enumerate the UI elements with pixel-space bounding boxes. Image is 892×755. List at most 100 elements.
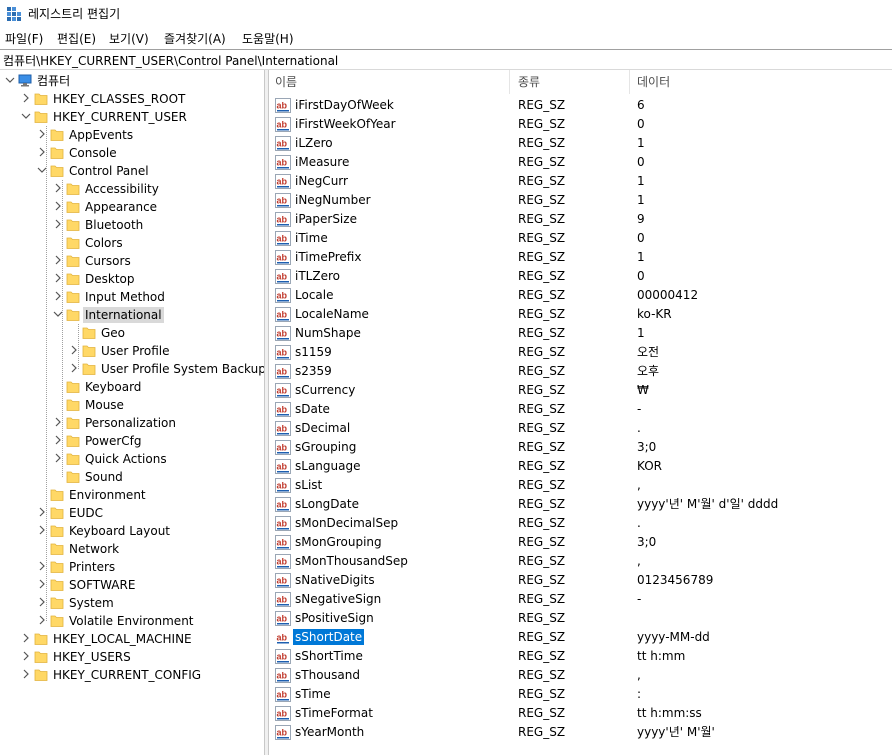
key-tree[interactable]: 컴퓨터 HKEY_CLASSES_ROOT HKEY_CURRENT_USER App… bbox=[0, 70, 264, 755]
value-row[interactable]: ab sMonThousandSep REG_SZ, bbox=[269, 552, 892, 571]
tree-node[interactable]: HKEY_USERS bbox=[0, 648, 264, 666]
value-name: sNativeDigits bbox=[295, 573, 375, 587]
menu-view[interactable]: 보기(V) bbox=[109, 30, 149, 47]
tree-node[interactable]: Environment bbox=[0, 486, 264, 504]
column-divider[interactable] bbox=[509, 70, 510, 94]
value-row[interactable]: ab sLanguage REG_SZ KOR bbox=[269, 457, 892, 476]
value-type: REG_SZ bbox=[518, 497, 566, 511]
tree-node[interactable]: AppEvents bbox=[0, 126, 264, 144]
tree-node[interactable]: Console bbox=[0, 144, 264, 162]
value-list[interactable]: 이름 종류 데이터 ab iFirstDayOfWeek REG_SZ 6 ab iFir… bbox=[269, 70, 892, 755]
value-row[interactable]: ab Locale REG_SZ 00000412 bbox=[269, 286, 892, 305]
value-row[interactable]: ab sGrouping REG_SZ 3;0 bbox=[269, 438, 892, 457]
svg-text:ab: ab bbox=[277, 652, 288, 662]
address-path[interactable]: 컴퓨터\HKEY_CURRENT_USER\Control Panel\Inte… bbox=[3, 52, 338, 69]
chevron-right-icon[interactable] bbox=[20, 667, 32, 681]
value-row[interactable]: ab sNegativeSign REG_SZ - bbox=[269, 590, 892, 609]
value-type: REG_SZ bbox=[518, 98, 566, 112]
tree-node[interactable]: Quick Actions bbox=[0, 450, 264, 468]
tree-node[interactable]: Network bbox=[0, 540, 264, 558]
value-row[interactable]: ab iNegCurr REG_SZ 1 bbox=[269, 172, 892, 191]
chevron-down-icon[interactable] bbox=[4, 73, 16, 87]
menu-file[interactable]: 파일(F) bbox=[5, 30, 43, 47]
value-row[interactable]: ab iTimePrefix REG_SZ 1 bbox=[269, 248, 892, 267]
value-row[interactable]: ab sLongDate REG_SZ yyyy'년' M'월' d'일' dddd bbox=[269, 495, 892, 514]
tree-node[interactable]: HKEY_CLASSES_ROOT bbox=[0, 90, 264, 108]
chevron-right-icon[interactable] bbox=[20, 649, 32, 663]
value-row[interactable]: ab iLZero REG_SZ 1 bbox=[269, 134, 892, 153]
value-row[interactable]: ab iPaperSize REG_SZ 9 bbox=[269, 210, 892, 229]
tree-node[interactable]: Keyboard bbox=[0, 378, 264, 396]
value-row[interactable]: ab NumShape REG_SZ 1 bbox=[269, 324, 892, 343]
tree-node[interactable]: System bbox=[0, 594, 264, 612]
menu-favorites[interactable]: 즐겨찾기(A) bbox=[164, 30, 226, 47]
tree-node[interactable]: International bbox=[0, 306, 264, 324]
tree-node[interactable]: Input Method bbox=[0, 288, 264, 306]
value-row[interactable]: ab sShortDate REG_SZ yyyy-MM-dd bbox=[269, 628, 892, 647]
tree-node[interactable]: HKEY_CURRENT_CONFIG bbox=[0, 666, 264, 684]
column-header-name[interactable]: 이름 bbox=[269, 70, 509, 94]
value-row[interactable]: ab iTime REG_SZ 0 bbox=[269, 229, 892, 248]
tree-node[interactable]: Keyboard Layout bbox=[0, 522, 264, 540]
tree-node[interactable]: Volatile Environment bbox=[0, 612, 264, 630]
tree-node[interactable]: Cursors bbox=[0, 252, 264, 270]
value-row[interactable]: ab sMonGrouping REG_SZ 3;0 bbox=[269, 533, 892, 552]
tree-node-label: Accessibility bbox=[85, 182, 159, 196]
address-bar[interactable]: 컴퓨터\HKEY_CURRENT_USER\Control Panel\Inte… bbox=[0, 49, 892, 70]
value-row[interactable]: ab sShortTime REG_SZ tt h:mm bbox=[269, 647, 892, 666]
tree-node[interactable]: SOFTWARE bbox=[0, 576, 264, 594]
tree-node[interactable]: Personalization bbox=[0, 414, 264, 432]
value-row[interactable]: ab sDecimal REG_SZ. bbox=[269, 419, 892, 438]
value-row[interactable]: ab sCurrency REG_SZ ₩ bbox=[269, 381, 892, 400]
folder-icon bbox=[50, 489, 64, 501]
tree-node[interactable]: Printers bbox=[0, 558, 264, 576]
value-row[interactable]: ab sList REG_SZ, bbox=[269, 476, 892, 495]
value-row[interactable]: ab sNativeDigits REG_SZ 0123456789 bbox=[269, 571, 892, 590]
column-header-type[interactable]: 종류 bbox=[512, 70, 629, 94]
value-row[interactable]: ab iFirstWeekOfYear REG_SZ 0 bbox=[269, 115, 892, 134]
column-header-data[interactable]: 데이터 bbox=[631, 70, 892, 94]
value-row[interactable]: ab sYearMonth REG_SZ yyyy'년' M'월' bbox=[269, 723, 892, 742]
tree-node[interactable]: Geo bbox=[0, 324, 264, 342]
value-row[interactable]: ab iFirstDayOfWeek REG_SZ 6 bbox=[269, 96, 892, 115]
value-row[interactable]: ab sTime REG_SZ: bbox=[269, 685, 892, 704]
menu-help[interactable]: 도움말(H) bbox=[242, 30, 294, 47]
tree-node[interactable]: User Profile bbox=[0, 342, 264, 360]
value-data: 0 bbox=[637, 269, 645, 283]
tree-node[interactable]: HKEY_CURRENT_USER bbox=[0, 108, 264, 126]
tree-node-label: User Profile System Backup bbox=[101, 362, 264, 376]
tree-node[interactable]: Desktop bbox=[0, 270, 264, 288]
tree-node[interactable]: Bluetooth bbox=[0, 216, 264, 234]
tree-node[interactable]: Control Panel bbox=[0, 162, 264, 180]
tree-node[interactable]: HKEY_LOCAL_MACHINE bbox=[0, 630, 264, 648]
menu-edit[interactable]: 편집(E) bbox=[57, 30, 96, 47]
value-row[interactable]: ab iNegNumber REG_SZ 1 bbox=[269, 191, 892, 210]
tree-node-label: Network bbox=[69, 542, 120, 556]
value-row[interactable]: ab s2359 REG_SZ 오후 bbox=[269, 362, 892, 381]
tree-node[interactable]: Mouse bbox=[0, 396, 264, 414]
value-row[interactable]: ab sMonDecimalSep REG_SZ. bbox=[269, 514, 892, 533]
value-row[interactable]: ab sDate REG_SZ - bbox=[269, 400, 892, 419]
column-divider[interactable] bbox=[629, 70, 630, 94]
tree-node[interactable]: 컴퓨터 bbox=[0, 72, 264, 90]
value-row[interactable]: ab sPositiveSign REG_SZ bbox=[269, 609, 892, 628]
tree-node[interactable]: Accessibility bbox=[0, 180, 264, 198]
chevron-right-icon[interactable] bbox=[20, 91, 32, 105]
folder-icon bbox=[66, 291, 80, 303]
tree-node[interactable]: User Profile System Backup bbox=[0, 360, 264, 378]
value-row[interactable]: ab iTLZero REG_SZ 0 bbox=[269, 267, 892, 286]
tree-node[interactable]: EUDC bbox=[0, 504, 264, 522]
value-type: REG_SZ bbox=[518, 250, 566, 264]
chevron-right-icon[interactable] bbox=[20, 631, 32, 645]
value-data: yyyy'년' M'월' bbox=[637, 725, 715, 739]
tree-node[interactable]: Appearance bbox=[0, 198, 264, 216]
value-row[interactable]: ab sThousand REG_SZ, bbox=[269, 666, 892, 685]
chevron-down-icon[interactable] bbox=[20, 109, 32, 123]
tree-node[interactable]: Sound bbox=[0, 468, 264, 486]
tree-node[interactable]: Colors bbox=[0, 234, 264, 252]
value-row[interactable]: ab s1159 REG_SZ 오전 bbox=[269, 343, 892, 362]
value-row[interactable]: ab sTimeFormat REG_SZ tt h:mm:ss bbox=[269, 704, 892, 723]
tree-node[interactable]: PowerCfg bbox=[0, 432, 264, 450]
value-row[interactable]: ab LocaleName REG_SZ ko-KR bbox=[269, 305, 892, 324]
value-row[interactable]: ab iMeasure REG_SZ 0 bbox=[269, 153, 892, 172]
